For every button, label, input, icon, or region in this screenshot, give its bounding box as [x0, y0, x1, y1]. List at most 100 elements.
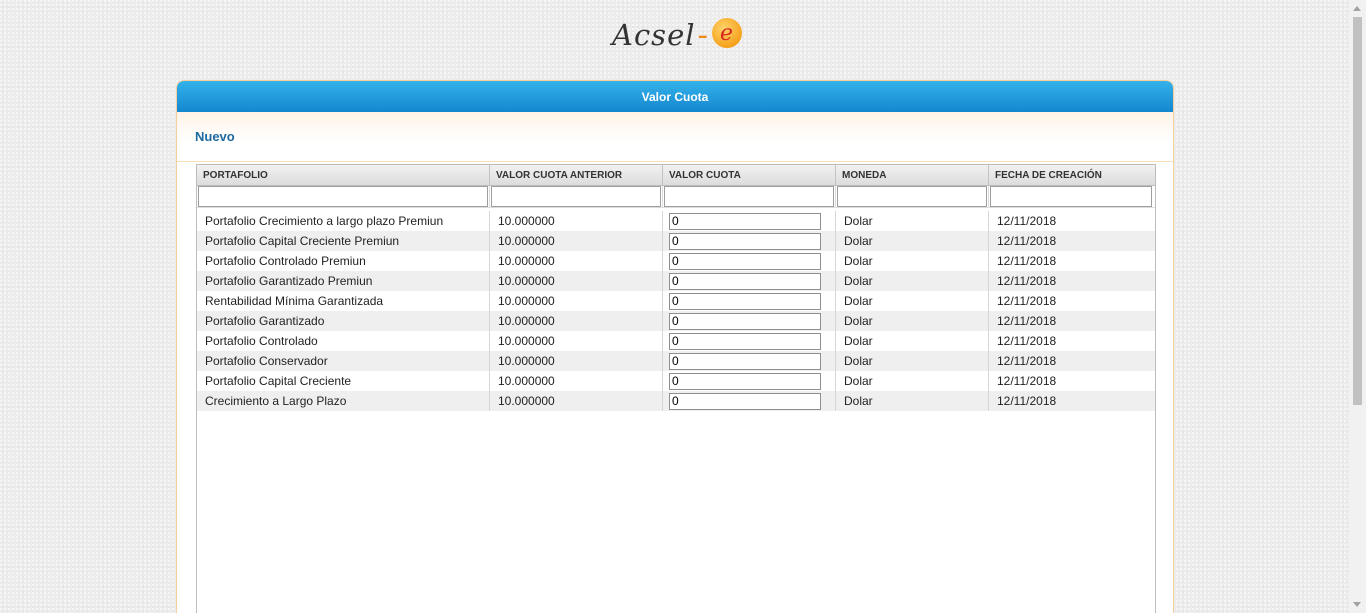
table-row[interactable]: Portafolio Garantizado10.000000 Dolar 12/1…	[197, 311, 1155, 331]
cell-valor-cuota-anterior: 10.000000	[490, 291, 663, 311]
cell-portafolio: Portafolio Crecimiento a largo plazo Pre…	[197, 211, 490, 231]
valor-cuota-input[interactable]	[669, 332, 821, 350]
table-row[interactable]: Portafolio Controlado Premiun10.000000 Do…	[197, 251, 1155, 271]
scrollbar-thumb[interactable]	[1353, 17, 1362, 405]
logo-e-badge: e	[711, 18, 742, 48]
column-header-moneda[interactable]: MONEDA	[836, 165, 989, 185]
page-scrollbar[interactable]	[1349, 0, 1366, 613]
cell-moneda: Dolar	[836, 311, 989, 331]
cell-fecha-creacion: 12/11/2018	[997, 374, 1057, 388]
scroll-down-arrow-icon[interactable]	[1353, 602, 1361, 607]
cell-fecha-creacion: 12/11/2018	[997, 354, 1057, 368]
valor-cuota-input[interactable]	[669, 212, 821, 230]
cell-fecha-creacion: 12/11/2018	[997, 314, 1057, 328]
cell-fecha-creacion: 12/11/2018	[997, 234, 1057, 248]
filter-fecha-creacion-input[interactable]	[990, 186, 1152, 207]
cell-valor-cuota-anterior: 10.000000	[490, 211, 663, 231]
cell-fecha-creacion: 12/11/2018	[997, 294, 1057, 308]
filter-cell	[197, 186, 490, 207]
cell-portafolio: Portafolio Garantizado	[197, 311, 490, 331]
cell-moneda: Dolar	[836, 351, 989, 371]
cell-fecha-creacion: 12/11/2018	[997, 254, 1057, 268]
valor-cuota-input[interactable]	[669, 292, 821, 310]
valor-cuota-input[interactable]	[669, 392, 821, 410]
logo-text: Acsel	[612, 18, 696, 52]
cell-moneda: Dolar	[836, 271, 989, 291]
section-header: Nuevo	[177, 112, 1173, 162]
valor-cuota-input[interactable]	[669, 312, 821, 330]
cell-valor-cuota-anterior: 10.000000	[490, 311, 663, 331]
cell-fecha-creacion: 12/11/2018	[997, 214, 1057, 228]
panel-header: Valor Cuota	[177, 81, 1173, 112]
cell-portafolio: Portafolio Conservador	[197, 351, 490, 371]
cell-moneda: Dolar	[836, 371, 989, 391]
scroll-up-arrow-icon[interactable]	[1353, 6, 1361, 11]
cell-portafolio: Portafolio Capital Creciente Premiun	[197, 231, 490, 251]
filter-moneda-input[interactable]	[837, 186, 987, 207]
table-row[interactable]: Portafolio Capital Creciente Premiun 10.0…	[197, 231, 1155, 251]
valor-cuota-input[interactable]	[669, 272, 821, 290]
filter-cell	[663, 186, 836, 207]
cell-valor-cuota	[663, 271, 836, 291]
filter-valor-cuota-input[interactable]	[664, 186, 834, 207]
valor-cuota-input[interactable]	[669, 352, 821, 370]
column-header-fecha-creacion[interactable]: FECHA DE CREACIÓN	[989, 165, 1153, 185]
panel-title: Valor Cuota	[641, 89, 709, 104]
table-row[interactable]: Portafolio Garantizado Premiun10.000000 D…	[197, 271, 1155, 291]
filter-valor-cuota-anterior-input[interactable]	[491, 186, 661, 207]
cell-valor-cuota	[663, 211, 836, 231]
filter-cell	[836, 186, 989, 207]
filter-cell	[989, 186, 1153, 207]
valor-cuota-input[interactable]	[669, 252, 821, 270]
filter-portafolio-input[interactable]	[198, 186, 488, 207]
cell-valor-cuota	[663, 231, 836, 251]
grid-header-row: PORTAFOLIO VALOR CUOTA ANTERIOR VALOR CU…	[197, 165, 1155, 186]
grid-body: Portafolio Crecimiento a largo plazo Pre…	[197, 211, 1155, 411]
cell-portafolio: Portafolio Capital Creciente	[197, 371, 490, 391]
acsel-logo: Acsel - e	[612, 15, 742, 55]
logo-dash: -	[697, 18, 709, 52]
cell-valor-cuota	[663, 311, 836, 331]
cell-fecha-creacion: 12/11/2018	[997, 394, 1057, 408]
cell-valor-cuota-anterior: 10.000000	[490, 231, 663, 251]
cell-valor-cuota	[663, 371, 836, 391]
valor-cuota-panel: Valor Cuota Nuevo PORTAFOLIO VALOR CUOTA…	[176, 80, 1174, 613]
table-row[interactable]: Portafolio Crecimiento a largo plazo Pre…	[197, 211, 1155, 231]
cell-moneda: Dolar	[836, 231, 989, 251]
table-row[interactable]: Portafolio Capital Creciente10.000000 Dol…	[197, 371, 1155, 391]
cell-moneda: Dolar	[836, 211, 989, 231]
table-row[interactable]: Rentabilidad Mínima Garantizada 10.000000…	[197, 291, 1155, 311]
cell-moneda: Dolar	[836, 291, 989, 311]
valor-cuota-input[interactable]	[669, 372, 821, 390]
column-header-valor-cuota-anterior[interactable]: VALOR CUOTA ANTERIOR	[490, 165, 663, 185]
cell-portafolio: Portafolio Controlado Premiun	[197, 251, 490, 271]
cell-valor-cuota-anterior: 10.000000	[490, 271, 663, 291]
valor-cuota-input[interactable]	[669, 232, 821, 250]
table-row[interactable]: Crecimiento a Largo Plazo10.000000 Dolar 1…	[197, 391, 1155, 411]
column-header-portafolio[interactable]: PORTAFOLIO	[197, 165, 490, 185]
cell-valor-cuota	[663, 251, 836, 271]
cell-valor-cuota-anterior: 10.000000	[490, 391, 663, 411]
grid-filter-row	[197, 186, 1155, 208]
cell-valor-cuota	[663, 351, 836, 371]
cell-valor-cuota	[663, 331, 836, 351]
cell-valor-cuota	[663, 291, 836, 311]
cell-valor-cuota-anterior: 10.000000	[490, 351, 663, 371]
filter-cell	[490, 186, 663, 207]
cell-valor-cuota	[663, 391, 836, 411]
table-row[interactable]: Portafolio Conservador10.000000 Dolar 12/1…	[197, 351, 1155, 371]
cell-fecha-creacion: 12/11/2018	[997, 274, 1057, 288]
cell-portafolio: Crecimiento a Largo Plazo	[197, 391, 490, 411]
cell-portafolio: Portafolio Garantizado Premiun	[197, 271, 490, 291]
cell-valor-cuota-anterior: 10.000000	[490, 331, 663, 351]
cell-portafolio: Portafolio Controlado	[197, 331, 490, 351]
valor-cuota-grid: PORTAFOLIO VALOR CUOTA ANTERIOR VALOR CU…	[196, 164, 1156, 613]
section-title: Nuevo	[195, 129, 235, 144]
table-row[interactable]: Portafolio Controlado10.000000 Dolar 12/11…	[197, 331, 1155, 351]
cell-valor-cuota-anterior: 10.000000	[490, 251, 663, 271]
column-header-valor-cuota[interactable]: VALOR CUOTA	[663, 165, 836, 185]
cell-portafolio: Rentabilidad Mínima Garantizada	[197, 291, 490, 311]
cell-valor-cuota-anterior: 10.000000	[490, 371, 663, 391]
cell-moneda: Dolar	[836, 251, 989, 271]
cell-moneda: Dolar	[836, 331, 989, 351]
